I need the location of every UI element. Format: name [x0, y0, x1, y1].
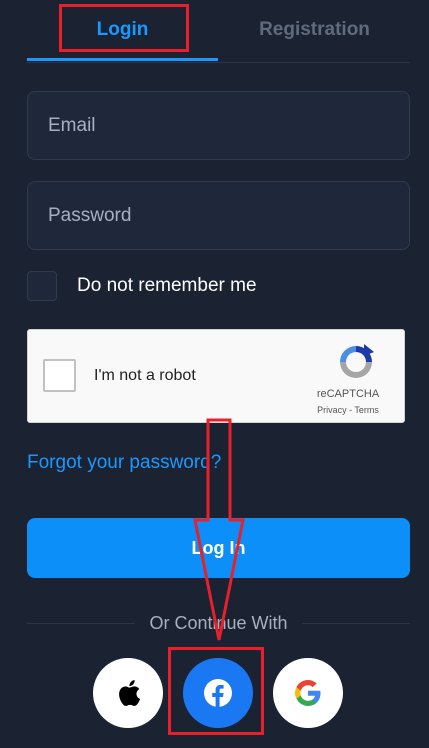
- google-login-button[interactable]: [273, 658, 343, 728]
- remember-checkbox[interactable]: [27, 271, 57, 301]
- or-continue-text: Or Continue With: [149, 612, 288, 633]
- recaptcha-label: I'm not a robot: [94, 367, 196, 384]
- google-icon: [295, 680, 321, 706]
- tab-registration[interactable]: Registration: [219, 0, 410, 60]
- remember-label: Do not remember me: [77, 275, 257, 296]
- login-button[interactable]: Log In: [27, 518, 410, 578]
- apple-login-button[interactable]: [93, 658, 163, 728]
- apple-icon: [119, 680, 141, 706]
- email-field[interactable]: [27, 91, 410, 160]
- forgot-password-link[interactable]: Forgot your password?: [27, 452, 221, 474]
- remember-row: Do not remember me: [27, 271, 257, 301]
- recaptcha-checkbox[interactable]: [43, 359, 76, 392]
- password-input[interactable]: [28, 182, 409, 249]
- email-input[interactable]: [28, 92, 409, 159]
- annotation-box-login: [59, 4, 189, 52]
- annotation-box-facebook: [168, 647, 264, 735]
- or-continue-divider: Or Continue With: [27, 612, 410, 634]
- recaptcha-brand: reCAPTCHA: [316, 388, 380, 400]
- tab-registration-label: Registration: [259, 19, 370, 40]
- divider-line-left: [27, 622, 136, 624]
- active-tab-indicator: [27, 58, 218, 61]
- recaptcha-icon: [340, 344, 374, 378]
- password-field[interactable]: [27, 181, 410, 250]
- recaptcha-widget: I'm not a robot reCAPTCHA Privacy - Term…: [27, 329, 405, 423]
- divider-line-right: [301, 622, 410, 624]
- recaptcha-links[interactable]: Privacy - Terms: [308, 405, 388, 415]
